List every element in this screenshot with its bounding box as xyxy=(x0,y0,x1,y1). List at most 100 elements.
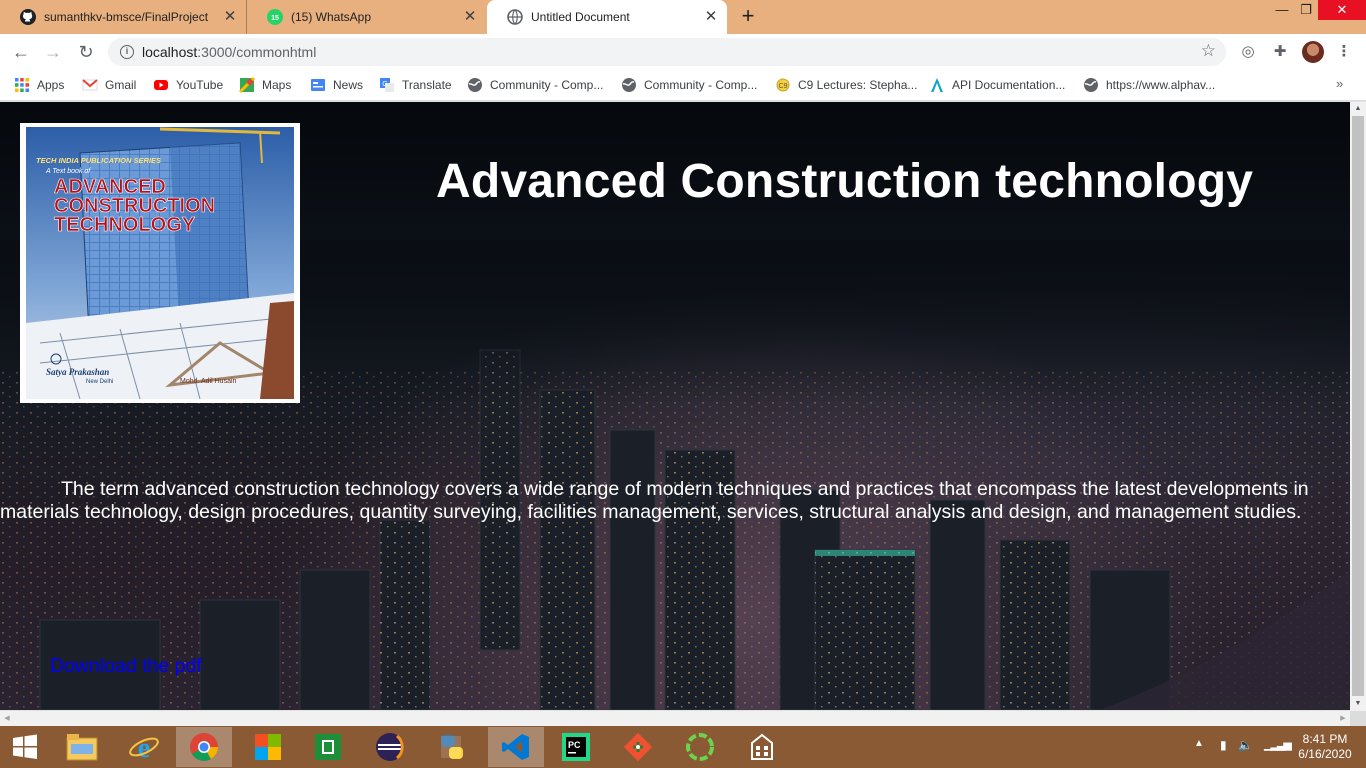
scroll-up-arrow-icon[interactable]: ▲ xyxy=(1350,102,1366,116)
extensions-icon[interactable]: ✚ xyxy=(1270,42,1290,62)
whatsapp-badge: 15 xyxy=(271,15,279,22)
bookmark-label: News xyxy=(333,78,364,92)
back-button[interactable]: ← xyxy=(9,40,33,64)
sync-icon xyxy=(686,733,714,761)
svg-text:e: e xyxy=(138,733,150,763)
scroll-left-arrow-icon[interactable]: ◀ xyxy=(0,711,14,726)
description-paragraph: The term advanced construction technolog… xyxy=(0,478,1309,523)
windows-logo-icon xyxy=(13,734,37,759)
taskbar-vscode[interactable] xyxy=(488,727,544,767)
taskbar-internet-explorer[interactable]: e xyxy=(116,727,172,767)
bookmark-community-1[interactable]: Community - Comp... xyxy=(467,76,603,94)
menu-kebab-icon[interactable]: ⋮ xyxy=(1334,42,1354,62)
office-icon xyxy=(255,734,281,760)
taskbar-eclipse[interactable] xyxy=(362,727,418,767)
bookmark-label: https://www.alphav... xyxy=(1106,78,1216,92)
close-tab-icon[interactable]: ✕ xyxy=(703,9,719,25)
book-publisher: Satya Prakashan xyxy=(46,367,109,377)
taskbar-pycharm[interactable]: PC xyxy=(548,727,604,767)
file-explorer-icon xyxy=(66,734,98,761)
git-icon xyxy=(623,732,653,762)
url-host: localhost xyxy=(142,44,198,60)
bookmark-gmail[interactable]: Gmail xyxy=(82,76,136,94)
book-city: New Delhi xyxy=(86,379,113,385)
new-tab-button[interactable]: + xyxy=(736,5,760,29)
volume-icon[interactable]: 🔈 xyxy=(1238,738,1253,752)
page-title: Advanced Construction technology xyxy=(436,155,1254,208)
tab-whatsapp[interactable]: 15 (15) WhatsApp ✕ xyxy=(246,0,486,34)
scrollbar-corner xyxy=(1350,711,1366,726)
bookmark-maps[interactable]: Maps xyxy=(239,76,291,94)
vertical-scrollbar[interactable]: ▲ ▼ xyxy=(1350,102,1366,711)
restore-button[interactable]: ❐ xyxy=(1292,0,1320,20)
windows-taskbar: e PC ▲ ▮ 🔈 ▁▂▃▅ 8:41 PM 6/16/2020 xyxy=(0,726,1366,768)
taskbar-calculator[interactable] xyxy=(734,727,790,767)
address-url[interactable]: localhost:3000/commonhtml xyxy=(142,44,316,60)
youtube-icon xyxy=(154,80,168,90)
close-window-button[interactable]: ✕ xyxy=(1318,0,1366,20)
bookmark-label: YouTube xyxy=(176,78,224,92)
bookmark-translate[interactable]: G Translate xyxy=(379,76,452,94)
site-info-icon[interactable]: i xyxy=(120,45,134,59)
profile-avatar[interactable] xyxy=(1302,41,1324,63)
bookmark-youtube[interactable]: YouTube xyxy=(153,76,223,94)
media-router-icon[interactable]: ◎ xyxy=(1238,42,1258,62)
svg-text:PC: PC xyxy=(568,740,581,750)
bookmark-api-docs[interactable]: API Documentation... xyxy=(929,76,1065,94)
horizontal-scrollbar[interactable]: ◀ ▶ xyxy=(0,711,1350,726)
tab-title: sumanthkv-bmsce/FinalProject xyxy=(44,10,209,24)
taskbar-git[interactable] xyxy=(610,727,666,767)
tab-untitled-document[interactable]: Untitled Document ✕ xyxy=(487,0,727,34)
tab-github[interactable]: sumanthkv-bmsce/FinalProject ✕ xyxy=(0,0,246,34)
bookmark-alphavantage[interactable]: https://www.alphav... xyxy=(1083,76,1215,94)
clock-time: 8:41 PM xyxy=(1302,732,1348,746)
system-clock[interactable]: 8:41 PM 6/16/2020 xyxy=(1290,732,1360,762)
vscode-icon xyxy=(502,734,529,760)
pycharm-icon: PC xyxy=(562,733,590,761)
whatsapp-icon: 15 xyxy=(267,9,283,25)
reload-button[interactable]: ↻ xyxy=(74,40,98,64)
page-viewport: TECH INDIA PUBLICATION SERIES A Text boo… xyxy=(0,102,1350,710)
address-bar[interactable]: i localhost:3000/commonhtml ☆ xyxy=(108,38,1226,66)
more-bookmarks-button[interactable]: » xyxy=(1336,76,1343,91)
vertical-scroll-thumb[interactable] xyxy=(1352,116,1364,696)
network-icon[interactable]: ▁▂▃▅ xyxy=(1264,738,1292,751)
taskbar-python[interactable] xyxy=(424,727,480,767)
book-subtitle: A Text book of xyxy=(45,168,91,175)
scroll-right-arrow-icon[interactable]: ▶ xyxy=(1336,711,1350,726)
taskbar-excel[interactable] xyxy=(300,727,356,767)
close-tab-icon[interactable]: ✕ xyxy=(222,9,238,25)
taskbar-sync[interactable] xyxy=(672,727,728,767)
taskbar-chrome[interactable] xyxy=(176,727,232,767)
bookmarks-bar: Apps Gmail YouTube Maps News G Translate… xyxy=(0,70,1366,101)
taskbar-file-explorer[interactable] xyxy=(54,727,110,767)
calculator-icon xyxy=(751,733,773,760)
bookmark-news[interactable]: News xyxy=(310,76,363,94)
close-tab-icon[interactable]: ✕ xyxy=(462,9,478,25)
bookmark-label: Community - Comp... xyxy=(644,78,758,92)
battery-icon[interactable]: ▮ xyxy=(1220,738,1227,752)
browser-toolbar: ← → ↻ i localhost:3000/commonhtml ☆ ◎ ✚ … xyxy=(0,34,1366,70)
bookmark-community-2[interactable]: Community - Comp... xyxy=(621,76,757,94)
bookmark-star-icon[interactable]: ☆ xyxy=(1201,41,1216,61)
bookmark-label: Translate xyxy=(402,78,452,92)
api-icon xyxy=(931,78,943,92)
translate-icon: G xyxy=(380,78,394,92)
bookmark-label: Community - Comp... xyxy=(490,78,604,92)
bookmark-apps[interactable]: Apps xyxy=(14,76,64,94)
book-cover-image: TECH INDIA PUBLICATION SERIES A Text boo… xyxy=(20,123,300,403)
taskbar-office[interactable] xyxy=(240,727,296,767)
scroll-down-arrow-icon[interactable]: ▼ xyxy=(1350,697,1366,711)
news-icon xyxy=(311,79,325,91)
forward-button[interactable]: → xyxy=(41,40,65,64)
svg-text:G: G xyxy=(382,81,387,88)
bookmark-label: C9 Lectures: Stepha... xyxy=(798,78,918,92)
download-pdf-link[interactable]: Download the pdf xyxy=(50,655,202,678)
tab-title: (15) WhatsApp xyxy=(291,10,372,24)
c9-icon: C9 xyxy=(776,78,790,92)
book-title-line3: TECHNOLOGY xyxy=(54,214,196,236)
show-hidden-icons-button[interactable]: ▲ xyxy=(1194,738,1204,749)
start-button[interactable] xyxy=(0,727,50,767)
bookmark-c9-lectures[interactable]: C9 C9 Lectures: Stepha... xyxy=(775,76,917,94)
url-path: :3000/commonhtml xyxy=(197,44,317,60)
